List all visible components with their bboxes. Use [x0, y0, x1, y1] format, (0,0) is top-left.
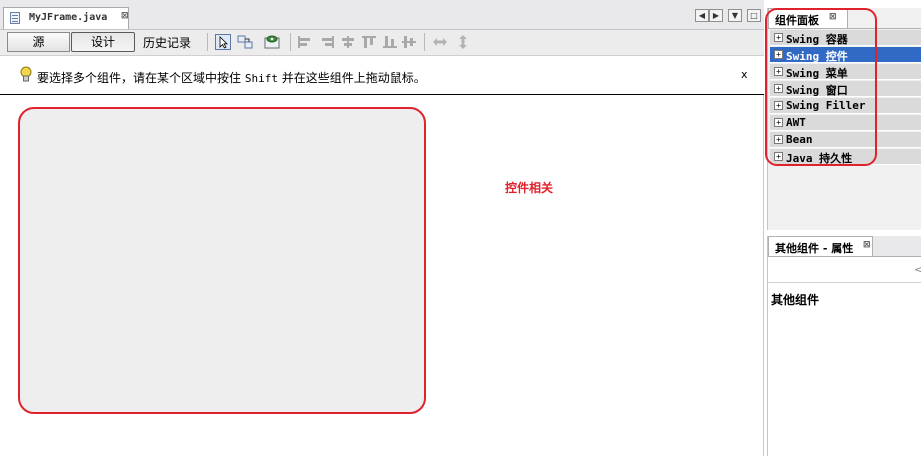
hint-message: 要选择多个组件，请在某个区域中按住 Shift 并在这些组件上拖动鼠标。 [37, 69, 426, 86]
scroll-left-icon[interactable]: < [914, 263, 921, 276]
toolbar-separator [424, 33, 425, 51]
properties-tab[interactable]: 其他组件 - 属性 ⊠ [768, 236, 873, 256]
align-left-icon[interactable] [298, 36, 312, 48]
properties-tab-strip: 其他组件 - 属性 ⊠ [768, 236, 921, 257]
editor-tab-label: MyJFrame.java [29, 12, 108, 23]
history-view-button[interactable]: 历史记录 [143, 34, 191, 51]
hint-bar: 要选择多个组件，请在某个区域中按住 Shift 并在这些组件上拖动鼠标。 x [0, 56, 764, 95]
toolbar-separator [207, 33, 208, 51]
resize-vertical-icon[interactable] [455, 34, 471, 50]
jframe-form-preview[interactable] [18, 107, 426, 414]
document-list-dropdown-icon[interactable]: ▼ [728, 9, 742, 22]
design-view-button[interactable]: 设计 [71, 32, 135, 52]
controls-annotation: 控件相关 [505, 181, 554, 195]
properties-toolbar: < [768, 257, 921, 283]
hint-close-button[interactable]: x [741, 68, 748, 81]
connection-mode-icon[interactable] [237, 34, 253, 50]
preview-design-icon[interactable] [264, 34, 280, 50]
align-bottom-icon[interactable] [383, 36, 397, 48]
maximize-window-icon[interactable]: □ [747, 9, 761, 22]
properties-panel: 其他组件 - 属性 ⊠ < 其他组件 [767, 236, 921, 456]
source-view-button[interactable]: 源 [7, 32, 70, 52]
align-right-icon[interactable] [320, 36, 334, 48]
tab-close-icon[interactable]: ⊠ [121, 11, 129, 21]
hint-text-after: 并在这些组件上拖动鼠标。 [281, 71, 426, 85]
nav-left-icon[interactable]: ◀ [695, 9, 709, 22]
properties-close-icon[interactable]: ⊠ [863, 240, 871, 250]
toolbar-separator [290, 33, 291, 51]
hint-text-before: 要选择多个组件，请在某个区域中按住 [37, 71, 242, 85]
properties-content-title: 其他组件 [771, 293, 820, 307]
center-horizontally-icon[interactable] [341, 36, 355, 48]
palette-highlight-annotation [765, 8, 877, 166]
java-file-icon [10, 12, 20, 24]
properties-title: 其他组件 - 属性 [775, 242, 854, 255]
align-top-icon[interactable] [362, 36, 376, 48]
resize-horizontal-icon[interactable] [432, 34, 448, 50]
center-vertically-icon[interactable] [402, 36, 416, 48]
editor-tab-strip: MyJFrame.java ⊠ ◀ ▶ ▼ □ [0, 0, 764, 30]
selection-mode-icon[interactable] [215, 34, 231, 50]
editor-toolbar: 源 设计 历史记录 [0, 30, 764, 56]
nav-right-icon[interactable]: ▶ [709, 9, 723, 22]
lightbulb-icon [20, 66, 32, 82]
hint-key: Shift [244, 72, 278, 85]
editor-tab-myjframe[interactable]: MyJFrame.java ⊠ [3, 7, 129, 29]
